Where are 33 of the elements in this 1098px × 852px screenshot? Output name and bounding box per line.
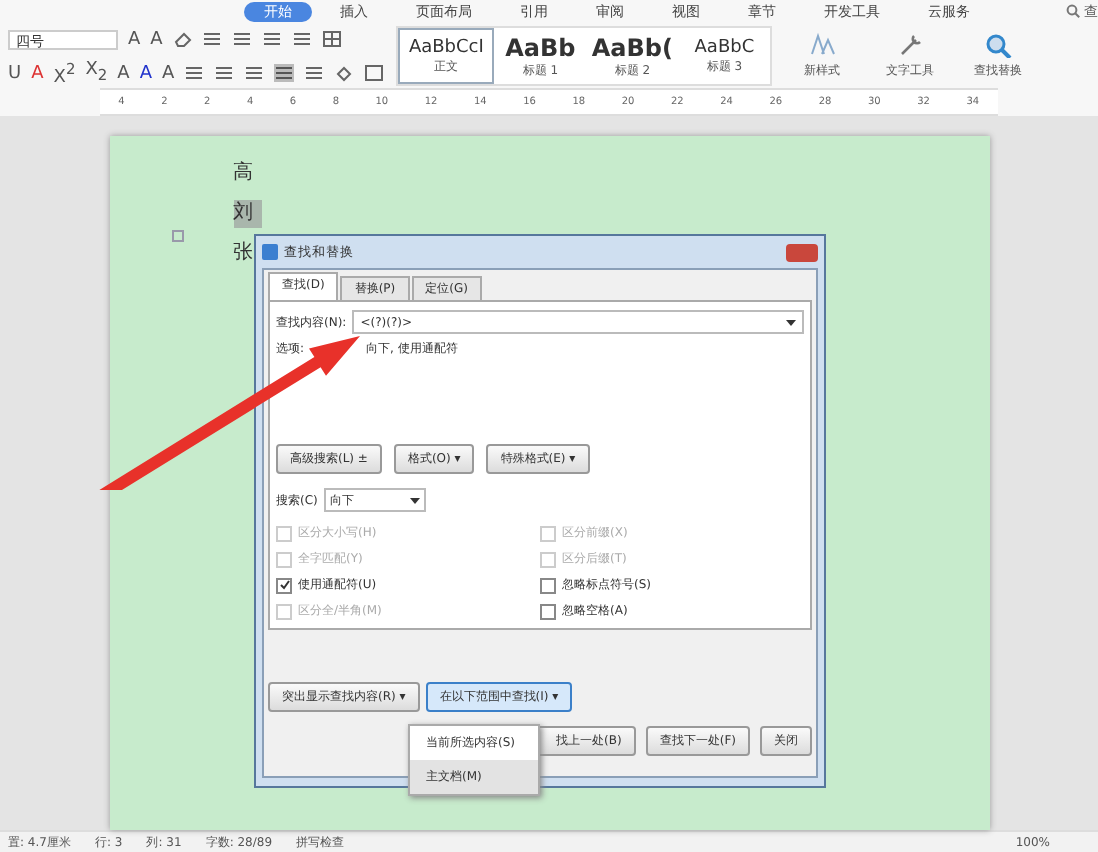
font-size-button[interactable]: A	[150, 29, 163, 49]
list-icon[interactable]	[202, 30, 223, 48]
dropdown-arrow-icon[interactable]	[409, 497, 420, 503]
dropdown-arrow-icon[interactable]	[786, 319, 796, 325]
wrench-icon	[896, 32, 925, 58]
format-button[interactable]: A	[139, 63, 153, 83]
app-icon	[262, 244, 278, 260]
document-text: 高	[233, 160, 255, 188]
align-left-icon[interactable]	[184, 64, 205, 82]
document-text: 张	[233, 240, 255, 268]
justify-icon[interactable]	[274, 64, 295, 82]
search-icon	[984, 32, 1013, 58]
paragraph-icon	[172, 230, 184, 242]
format-button[interactable]: U	[8, 63, 22, 83]
align-right-icon[interactable]	[244, 64, 265, 82]
format-button[interactable]: X$^{2}$	[53, 59, 76, 87]
list-icon[interactable]	[232, 30, 253, 48]
border-icon[interactable]	[364, 64, 385, 82]
search-icon[interactable]	[1066, 4, 1080, 19]
line-spacing-icon[interactable]	[304, 64, 325, 82]
check-icon	[279, 580, 289, 590]
format-button[interactable]: X$_{2}$	[85, 60, 108, 86]
format-button[interactable]: A	[31, 63, 44, 83]
document-text: 刘	[233, 200, 261, 228]
indent-icon[interactable]	[262, 30, 283, 48]
indent-icon[interactable]	[292, 30, 313, 48]
close-button[interactable]	[786, 243, 818, 261]
eraser-icon[interactable]	[172, 30, 193, 48]
align-center-icon[interactable]	[214, 64, 235, 82]
format-button[interactable]: A	[117, 63, 130, 83]
table-icon[interactable]	[322, 30, 343, 48]
format-button[interactable]: A	[162, 63, 175, 83]
font-size-button[interactable]: A	[128, 29, 141, 49]
